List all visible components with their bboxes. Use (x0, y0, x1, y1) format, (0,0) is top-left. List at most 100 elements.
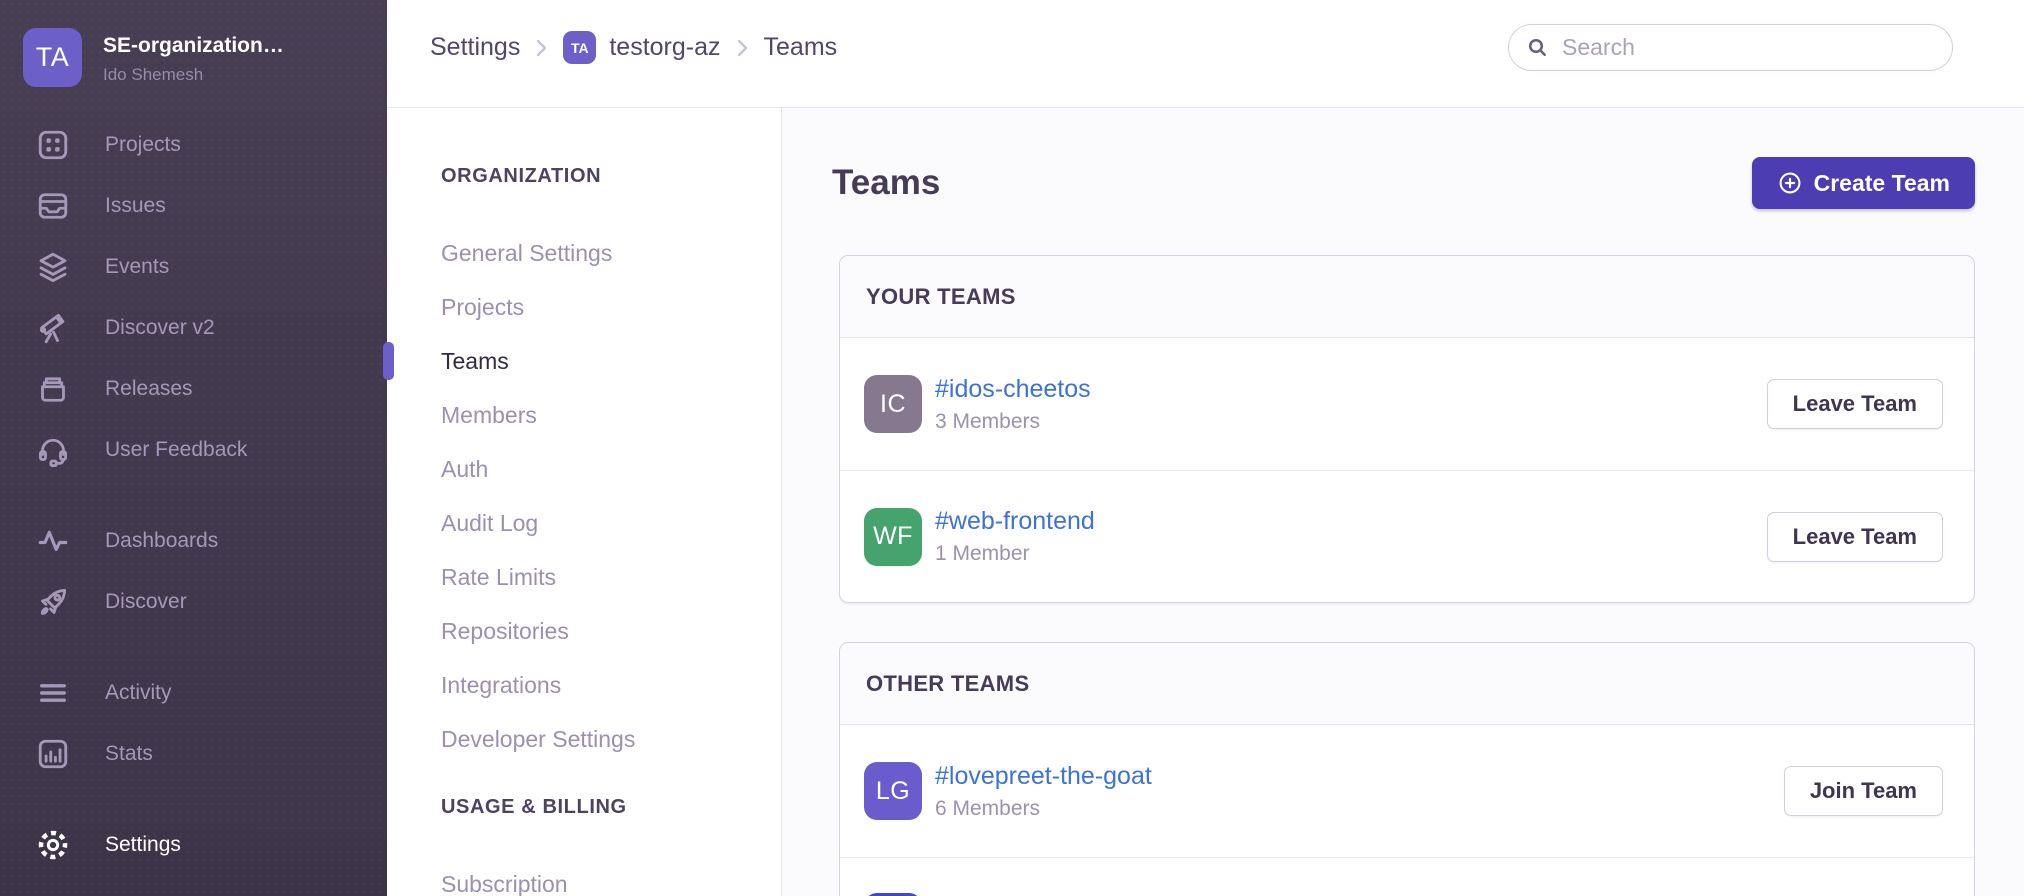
sidebar-item-stats[interactable]: Stats (0, 723, 387, 784)
settings-nav-item-repositories[interactable]: Repositories (441, 604, 781, 658)
team-link[interactable]: #web-frontend (935, 507, 1095, 536)
team-row-partial (840, 857, 1974, 896)
team-info: #idos-cheetos 3 Members (935, 375, 1091, 434)
breadcrumb: Settings TA testorg-az Teams (430, 31, 837, 64)
team-link[interactable]: #lovepreet-the-goat (935, 762, 1152, 791)
team-member-count: 6 Members (935, 797, 1152, 821)
breadcrumb-page: Teams (764, 33, 838, 62)
sidebar-item-releases[interactable]: Releases (0, 358, 387, 419)
team-member-count: 1 Member (935, 542, 1095, 566)
settings-nav-section-organization: ORGANIZATION General Settings Projects T… (441, 164, 781, 766)
sidebar-item-issues[interactable]: Issues (0, 175, 387, 236)
leave-team-button[interactable]: Leave Team (1767, 512, 1943, 562)
sidebar-item-settings[interactable]: Settings (0, 814, 387, 875)
sidebar-item-projects[interactable]: Projects (0, 114, 387, 175)
create-team-label: Create Team (1814, 170, 1950, 197)
gear-icon (35, 827, 71, 863)
settings-nav-item-teams[interactable]: Teams (441, 334, 781, 388)
sidebar-item-label: Discover (105, 590, 187, 614)
settings-nav-item-members[interactable]: Members (441, 388, 781, 442)
sidebar-item-dashboards[interactable]: Dashboards (0, 510, 387, 571)
org-avatar: TA (23, 28, 82, 87)
team-row: WF #web-frontend 1 Member Leave Team (840, 470, 1974, 602)
org-badge: TA (563, 31, 596, 64)
lines-icon (35, 675, 71, 711)
settings-nav: ORGANIZATION General Settings Projects T… (387, 108, 781, 896)
pulse-icon (35, 523, 71, 559)
team-row: IC #idos-cheetos 3 Members Leave Team (840, 338, 1974, 470)
team-info: #lovepreet-the-goat 6 Members (935, 762, 1152, 821)
team-info: #web-frontend 1 Member (935, 507, 1095, 566)
team-avatar: IC (864, 375, 922, 433)
breadcrumb-org-label: testorg-az (609, 33, 720, 62)
sidebar-item-label: Issues (105, 194, 166, 218)
search-icon (1526, 36, 1550, 60)
projects-icon (35, 127, 71, 163)
sidebar-item-label: Dashboards (105, 529, 218, 553)
sidebar-item-discover-v2[interactable]: Discover v2 (0, 297, 387, 358)
settings-nav-item-general-settings[interactable]: General Settings (441, 226, 781, 280)
join-team-button[interactable]: Join Team (1784, 766, 1943, 816)
settings-nav-item-integrations[interactable]: Integrations (441, 658, 781, 712)
right-column: Settings TA testorg-az Teams ORGANIZATIO… (387, 0, 2024, 896)
topbar: Settings TA testorg-az Teams (387, 0, 2024, 108)
team-avatar: LG (864, 762, 922, 820)
your-teams-panel: YOUR TEAMS IC #idos-cheetos 3 Members Le… (839, 255, 1975, 603)
chevron-right-icon (535, 36, 548, 60)
panel-header: OTHER TEAMS (840, 643, 1974, 725)
section-title: USAGE & BILLING (441, 795, 781, 819)
telescope-icon (35, 310, 71, 346)
org-name: SE-organization… (103, 34, 284, 58)
org-user-name: Ido Shemesh (103, 65, 284, 85)
circle-plus-icon (1777, 170, 1803, 196)
section-title: ORGANIZATION (441, 164, 781, 188)
content-row: ORGANIZATION General Settings Projects T… (387, 108, 2024, 896)
search-input[interactable] (1562, 34, 1940, 61)
panel-header: YOUR TEAMS (840, 256, 1974, 338)
settings-nav-section-usage-billing: USAGE & BILLING Subscription (441, 795, 781, 896)
leave-team-button[interactable]: Leave Team (1767, 379, 1943, 429)
page-head: Teams Create Team (832, 157, 1975, 209)
team-avatar: WF (864, 508, 922, 566)
settings-nav-item-audit-log[interactable]: Audit Log (441, 496, 781, 550)
sidebar-item-label: Events (105, 255, 169, 279)
team-row: LG #lovepreet-the-goat 6 Members Join Te… (840, 725, 1974, 857)
sidebar-item-label: Releases (105, 377, 193, 401)
app-window: TA SE-organization… Ido Shemesh Projects… (0, 0, 2024, 896)
sidebar-item-label: User Feedback (105, 438, 247, 462)
settings-nav-item-developer-settings[interactable]: Developer Settings (441, 712, 781, 766)
sidebar-item-events[interactable]: Events (0, 236, 387, 297)
sidebar-item-label: Projects (105, 133, 181, 157)
page-title: Teams (832, 163, 940, 203)
org-text: SE-organization… Ido Shemesh (103, 28, 284, 85)
org-switcher[interactable]: TA SE-organization… Ido Shemesh (0, 0, 387, 87)
sidebar-item-label: Discover v2 (105, 316, 215, 340)
main-content: Teams Create Team YOUR TEAMS IC #idos-ch… (781, 108, 2024, 896)
settings-nav-item-projects[interactable]: Projects (441, 280, 781, 334)
create-team-button[interactable]: Create Team (1752, 157, 1975, 209)
settings-nav-item-rate-limits[interactable]: Rate Limits (441, 550, 781, 604)
sidebar-item-label: Activity (105, 681, 172, 705)
sidebar-nav: Projects Issues Events Discover v2 Relea… (0, 114, 387, 875)
sidebar-item-label: Settings (105, 833, 181, 857)
breadcrumb-org[interactable]: TA testorg-az (563, 31, 720, 64)
other-teams-panel: OTHER TEAMS LG #lovepreet-the-goat 6 Mem… (839, 642, 1975, 896)
team-member-count: 3 Members (935, 410, 1091, 434)
sidebar-item-discover[interactable]: Discover (0, 571, 387, 632)
sidebar-item-user-feedback[interactable]: User Feedback (0, 419, 387, 480)
search-box[interactable] (1508, 24, 1953, 71)
chevron-right-icon (736, 36, 749, 60)
settings-nav-item-subscription[interactable]: Subscription (441, 857, 781, 896)
breadcrumb-settings[interactable]: Settings (430, 33, 520, 62)
rocket-icon (35, 584, 71, 620)
sidebar-item-activity[interactable]: Activity (0, 662, 387, 723)
headset-icon (35, 432, 71, 468)
team-link[interactable]: #idos-cheetos (935, 375, 1091, 404)
settings-nav-item-auth[interactable]: Auth (441, 442, 781, 496)
events-icon (35, 249, 71, 285)
sidebar: TA SE-organization… Ido Shemesh Projects… (0, 0, 387, 896)
bar-chart-icon (35, 736, 71, 772)
issues-icon (35, 188, 71, 224)
sidebar-item-label: Stats (105, 742, 153, 766)
archive-icon (35, 371, 71, 407)
